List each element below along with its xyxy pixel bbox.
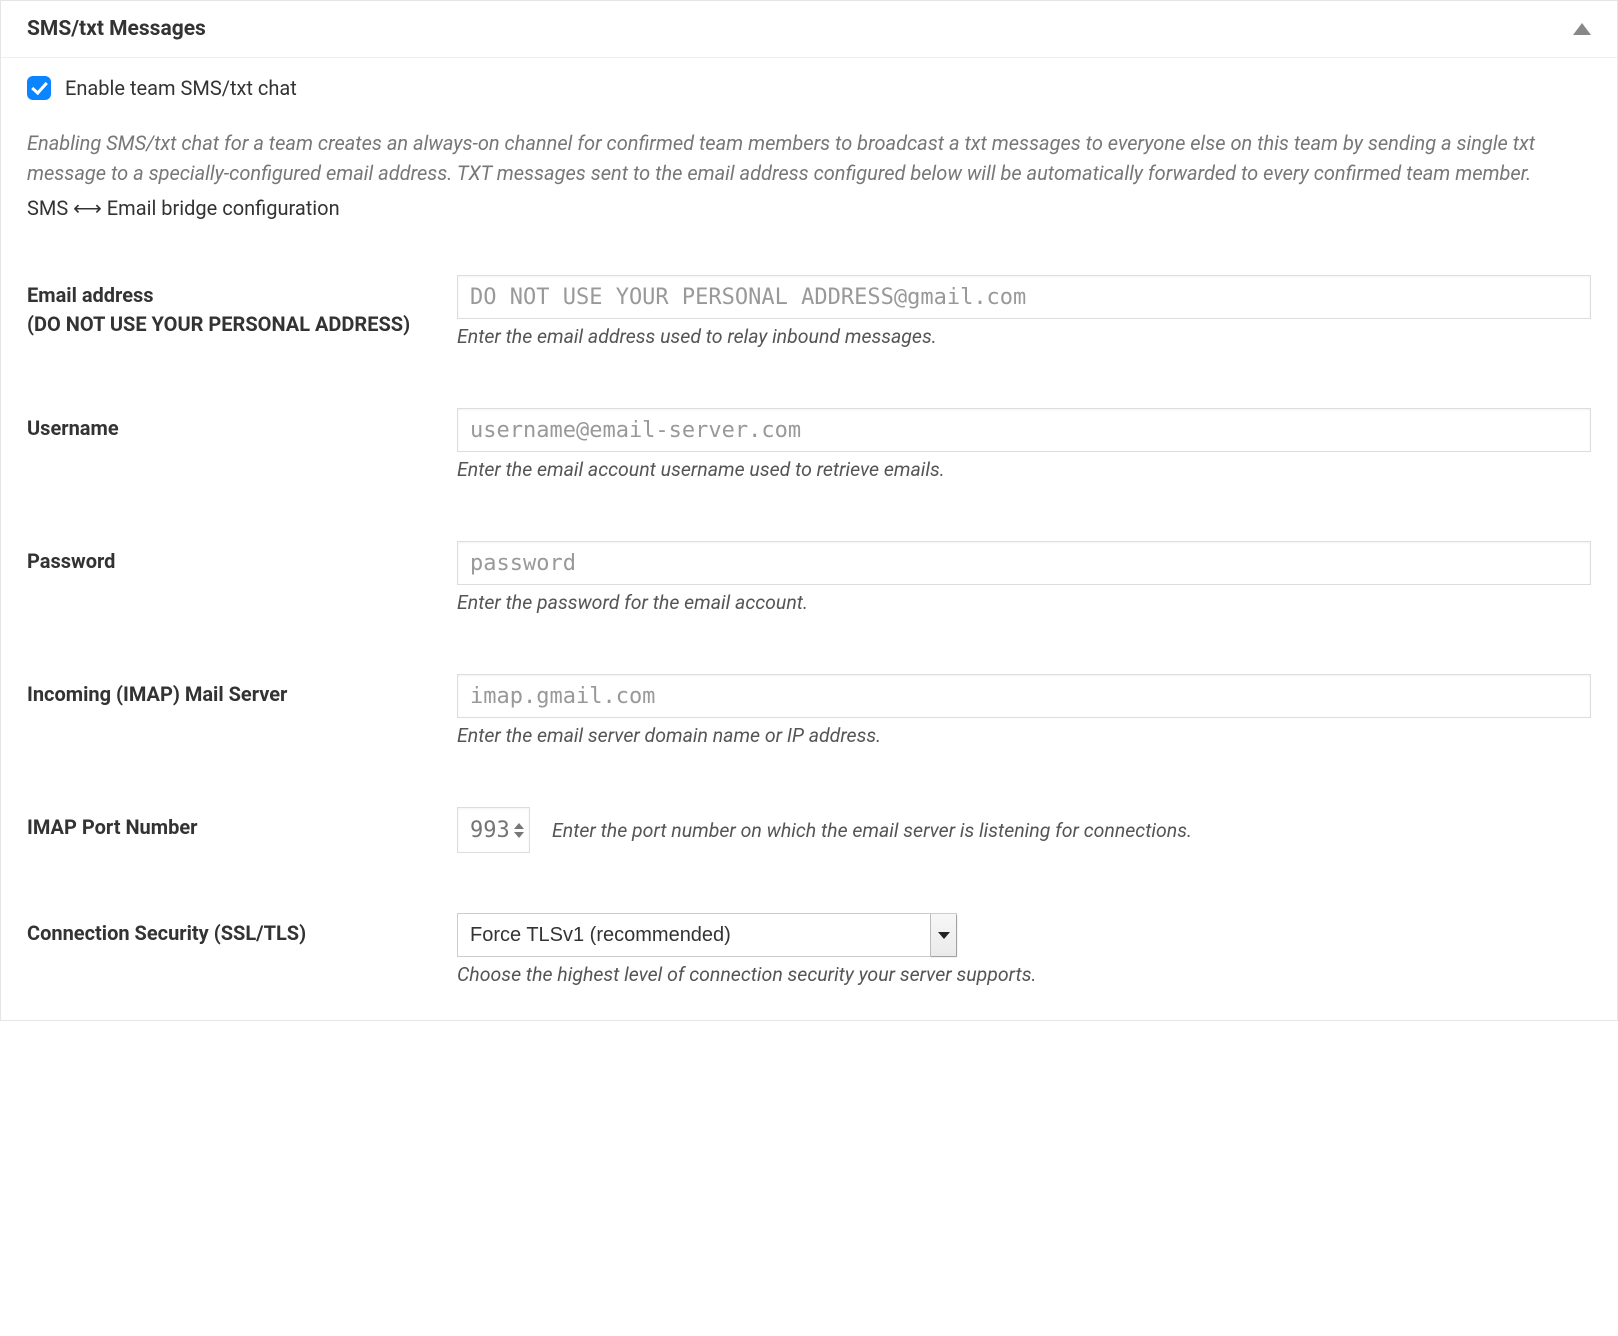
security-label: Connection Security (SSL/TLS): [27, 913, 457, 948]
password-input[interactable]: [457, 541, 1591, 585]
stepper-down-icon[interactable]: [514, 832, 524, 838]
panel-body: Enable team SMS/txt chat Enabling SMS/tx…: [1, 58, 1617, 1020]
password-help: Enter the password for the email account…: [457, 591, 1591, 614]
enable-checkbox-row: Enable team SMS/txt chat: [27, 76, 1591, 100]
username-input[interactable]: [457, 408, 1591, 452]
panel-title: SMS/txt Messages: [27, 17, 206, 41]
collapse-up-icon[interactable]: [1573, 23, 1591, 35]
feature-description: Enabling SMS/txt chat for a team creates…: [27, 128, 1587, 188]
security-select[interactable]: Force TLSv1 (recommended): [457, 913, 957, 957]
email-label: Email address (DO NOT USE YOUR PERSONAL …: [27, 275, 457, 339]
imap-server-row: Incoming (IMAP) Mail Server Enter the em…: [27, 674, 1591, 747]
bridge-config-heading: SMS ⟷ Email bridge configuration: [27, 196, 1591, 220]
password-label: Password: [27, 541, 457, 576]
username-help: Enter the email account username used to…: [457, 458, 1591, 481]
imap-port-stepper: [457, 807, 530, 853]
email-row: Email address (DO NOT USE YOUR PERSONAL …: [27, 275, 1591, 348]
imap-port-help: Enter the port number on which the email…: [552, 819, 1192, 842]
sms-settings-panel: SMS/txt Messages Enable team SMS/txt cha…: [0, 0, 1618, 1021]
username-label: Username: [27, 408, 457, 443]
security-help: Choose the highest level of connection s…: [457, 963, 1591, 986]
imap-server-help: Enter the email server domain name or IP…: [457, 724, 1591, 747]
email-help: Enter the email address used to relay in…: [457, 325, 1591, 348]
stepper-up-icon[interactable]: [514, 823, 524, 829]
email-input[interactable]: [457, 275, 1591, 319]
panel-header[interactable]: SMS/txt Messages: [1, 1, 1617, 58]
security-row: Connection Security (SSL/TLS) Force TLSv…: [27, 913, 1591, 986]
enable-sms-checkbox[interactable]: [27, 76, 51, 100]
imap-port-label: IMAP Port Number: [27, 807, 457, 842]
imap-server-label: Incoming (IMAP) Mail Server: [27, 674, 457, 709]
port-stepper-buttons: [512, 823, 529, 838]
username-row: Username Enter the email account usernam…: [27, 408, 1591, 481]
imap-port-input[interactable]: [458, 812, 512, 849]
imap-port-row: IMAP Port Number Enter the port number o…: [27, 807, 1591, 853]
security-select-wrap: Force TLSv1 (recommended): [457, 913, 957, 957]
enable-sms-label: Enable team SMS/txt chat: [65, 76, 297, 100]
imap-server-input[interactable]: [457, 674, 1591, 718]
password-row: Password Enter the password for the emai…: [27, 541, 1591, 614]
